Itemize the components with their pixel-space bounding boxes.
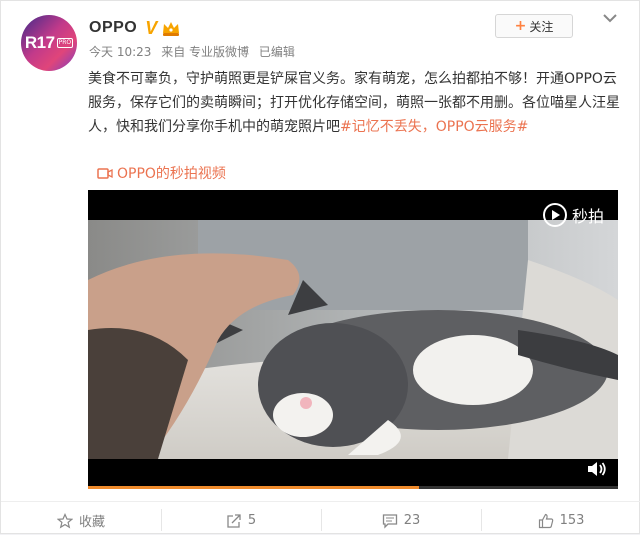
actions-divider [1,501,640,502]
chevron-down-icon[interactable] [601,11,619,25]
username[interactable]: OPPO [89,19,137,37]
avatar[interactable]: R17 PRO [21,15,77,71]
comment-icon [382,513,397,529]
name-row: OPPO V [89,16,181,40]
miaopai-logo-text: 秒拍 [571,207,604,226]
follow-button[interactable]: + 关注 [495,14,573,38]
comment-count: 23 [403,513,421,528]
video-link-label: OPPO的秒拍视频 [117,166,226,182]
like-button[interactable]: 153 [481,506,640,535]
repost-icon [227,513,241,528]
star-icon [56,512,73,528]
verified-badge[interactable]: V [145,18,157,39]
follow-label: 关注 [529,19,554,34]
post-source[interactable]: 来自 专业版微博 [161,45,249,59]
post-time[interactable]: 今天 10:23 [89,45,151,59]
post-meta: 今天 10:23 来自 专业版微博 已编辑 [89,43,301,60]
video-frame-cat [88,220,618,459]
member-crown-icon[interactable] [161,19,181,37]
volume-icon[interactable] [586,460,608,478]
thumbs-up-icon [538,513,553,528]
favorite-label: 收藏 [78,515,105,530]
edited-label[interactable]: 已编辑 [259,45,295,59]
miaopai-play-icon [542,203,567,227]
progress-fill [88,486,420,489]
avatar-pro-badge: PRO [56,38,74,48]
video-player[interactable]: 秒拍 [88,190,618,489]
video-link[interactable]: OPPO的秒拍视频 [97,163,226,183]
post-text: 美食不可辜负，守护萌照更是铲屎官义务。家有萌宠，怎么拍都拍不够！开通OPPO云服… [88,67,623,139]
like-count: 153 [559,513,585,528]
comment-button[interactable]: 23 [321,506,481,535]
progress-track[interactable] [88,486,618,489]
miaopai-logo: 秒拍 [542,202,604,228]
plus-icon: + [514,18,527,34]
repost-count: 5 [247,513,257,528]
weibo-post-card: R17 PRO OPPO V 今天 10:23 来自 专业版微博 已编辑 + 关… [0,0,640,534]
repost-button[interactable]: 5 [161,506,321,535]
action-bar: 收藏 5 23 153 [1,506,640,535]
video-icon [97,167,113,179]
avatar-text: R17 [24,33,55,52]
topic-link[interactable]: #记忆不丢失，OPPO云服务# [340,119,528,135]
favorite-button[interactable]: 收藏 [1,506,161,535]
